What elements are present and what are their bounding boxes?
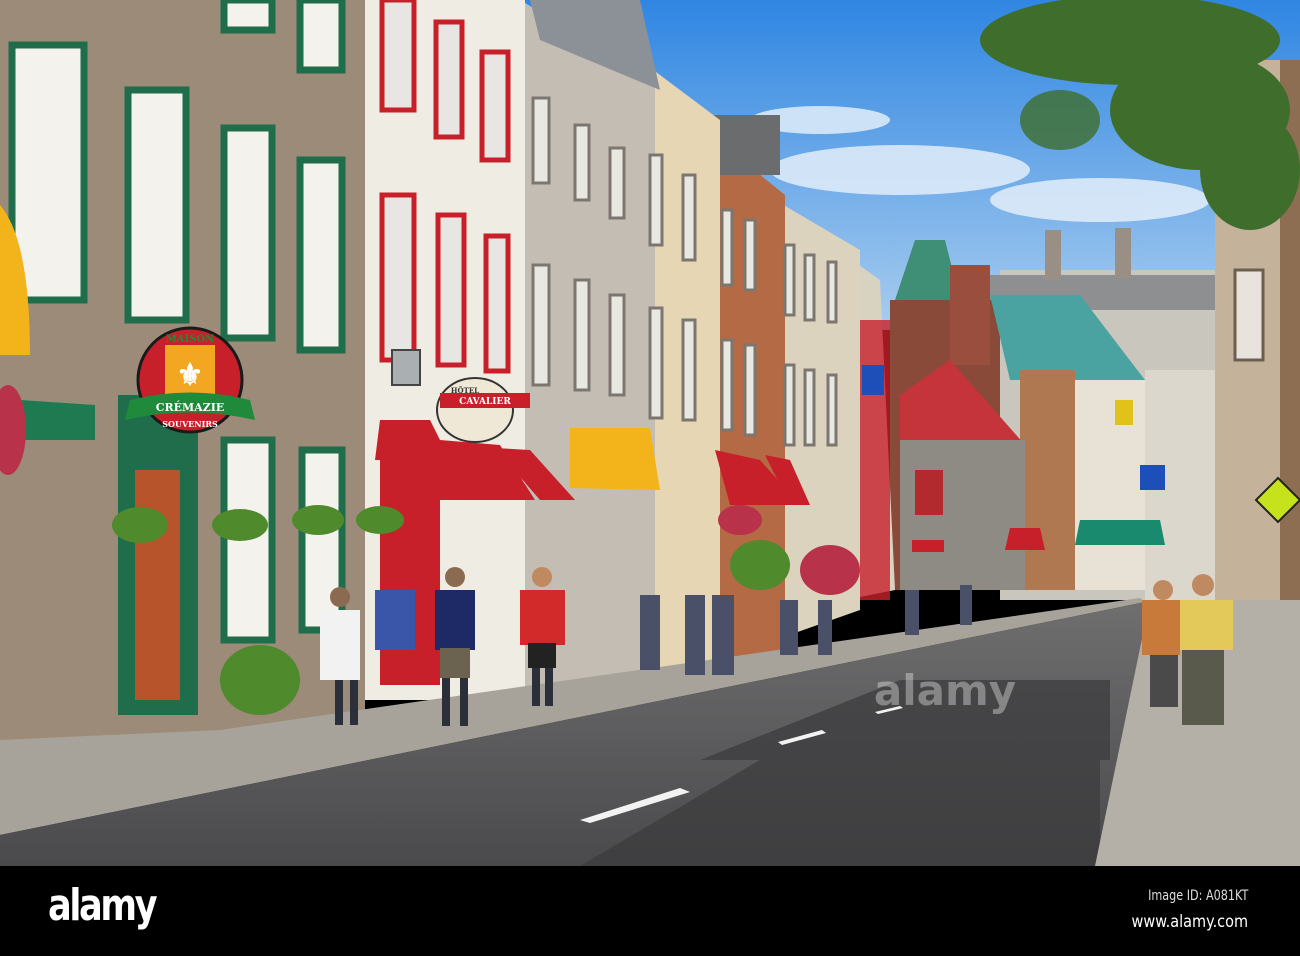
image-id: Image ID: A081KT (1147, 888, 1248, 904)
alamy-watermark: alamy (874, 666, 1016, 715)
distant-buildings (890, 228, 1215, 600)
sign-maison: MAISON (166, 334, 215, 345)
alamy-url-link[interactable]: www.alamy.com (1132, 912, 1248, 932)
sign-cavalier: CAVALIER (459, 397, 511, 407)
sign-souvenirs: SOUVENIRS (162, 419, 218, 429)
street-lamp (391, 349, 421, 386)
footer-bar: alamy Image ID: A081KT www.alamy.com (0, 866, 1300, 956)
svg-text:⚜: ⚜ (177, 358, 204, 393)
sign-cremazie: CRÉMAZIE (156, 400, 225, 414)
street-photo: ⚜ MAISON CRÉMAZIE SOUVENIRS HÔTEL CAVALI… (0, 0, 1300, 866)
alamy-logo[interactable]: alamy (48, 880, 158, 931)
